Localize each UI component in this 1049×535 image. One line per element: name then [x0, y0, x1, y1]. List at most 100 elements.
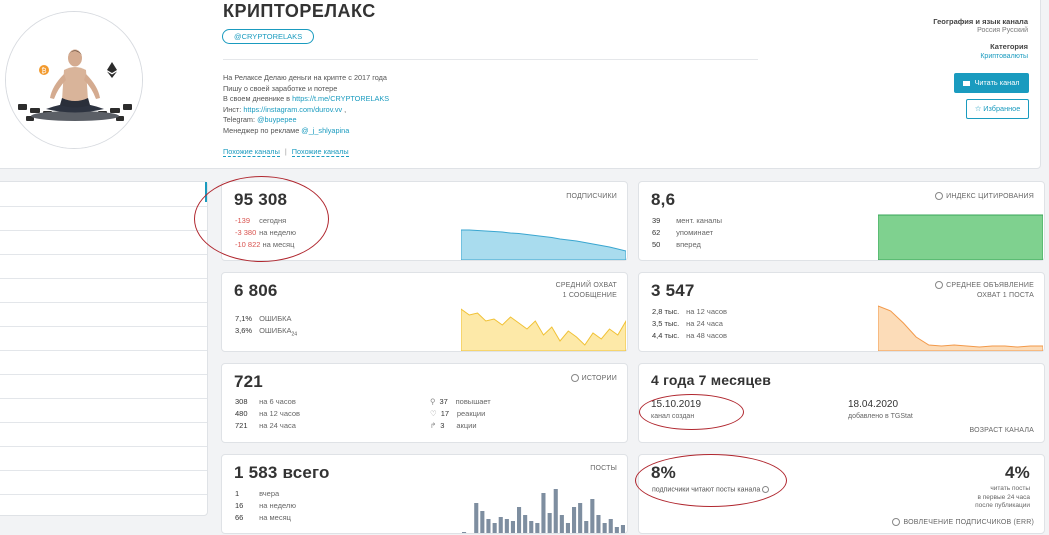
- stories-stats: 308 на 6 часов 480 на 12 часов 721 на 24…: [235, 396, 300, 432]
- posts-label: ПОСТЫ: [590, 465, 617, 472]
- instagram-link[interactable]: https://instagram.com/durov.vv: [243, 105, 342, 114]
- favorite-label: Избранное: [983, 104, 1021, 113]
- reach-area: [461, 308, 626, 351]
- posts-bar: [486, 519, 491, 533]
- sidebar-row[interactable]: [0, 350, 207, 351]
- desc-line-manager: Менеджер по рекламе @_j_shlyapina: [223, 126, 389, 137]
- posts-bar: [541, 493, 546, 533]
- posts-bar: [608, 519, 613, 533]
- stat-row: 2,8 тыс. на 12 часов: [652, 307, 727, 316]
- stories-label: ИСТОРИИ: [570, 374, 617, 384]
- ad-reach-label: СРЕДНЕЕ ОБЪЯВЛЕНИЕ ОХВАТ 1 ПОСТА: [935, 281, 1034, 301]
- posts-bar: [590, 499, 595, 533]
- ad-reach-value: 3 547: [651, 281, 695, 300]
- sidebar-row[interactable]: [0, 254, 207, 255]
- stories-value: 721: [234, 372, 263, 391]
- stories-card[interactable]: 721 ИСТОРИИ 308 на 6 часов 480 на 12 час…: [221, 363, 628, 443]
- sidebar-row[interactable]: [0, 398, 207, 399]
- telegram-link[interactable]: @buypepee: [257, 115, 296, 124]
- posts-bar: [620, 525, 625, 533]
- posts-bar: [553, 489, 558, 533]
- posts-card[interactable]: 1 583 всего ПОСТЫ 1 вчера 16 на неделю 6…: [221, 454, 628, 534]
- posts-bar: [498, 517, 503, 533]
- err-right-sub: читать посты в первые 24 часа после публик…: [975, 485, 1030, 509]
- svg-text:₿: ₿: [41, 67, 46, 75]
- posts-bar: [474, 503, 479, 533]
- share-icon: ↱: [430, 421, 437, 430]
- sidebar-row[interactable]: [0, 302, 207, 303]
- posts-bar: [572, 507, 577, 533]
- sidebar-row[interactable]: [0, 278, 207, 279]
- stat-row: ↱ 3 акции: [430, 421, 477, 430]
- favorite-button[interactable]: ☆ Избранное: [966, 99, 1029, 119]
- diary-link[interactable]: https://t.me/CRYPTORELAKS: [292, 94, 389, 103]
- sidebar-row[interactable]: [0, 374, 207, 375]
- stat-row: 16 на неделю: [235, 501, 296, 510]
- posts-bar: [565, 523, 570, 533]
- annotation-oval-subscribers: [194, 176, 329, 262]
- annotation-oval-err: [635, 454, 787, 507]
- like-icon: ♡: [430, 409, 437, 418]
- posts-bar: [547, 513, 552, 533]
- posts-bar: [504, 519, 509, 533]
- similar-channels-link[interactable]: Похожие каналы: [223, 147, 280, 157]
- read-channel-button[interactable]: Читать канал: [954, 73, 1029, 93]
- sidebar-row[interactable]: [0, 470, 207, 471]
- ad-reach-card[interactable]: 3 547 СРЕДНЕЕ ОБЪЯВЛЕНИЕ ОХВАТ 1 ПОСТА 2,…: [638, 272, 1045, 352]
- stat-row: 3,6% ОШИБКА24: [235, 326, 298, 338]
- posts-bar: [517, 507, 522, 533]
- subscribers-label: ПОДПИСЧИКИ: [566, 193, 617, 200]
- header-divider: [223, 59, 758, 60]
- sidebar-row[interactable]: [0, 422, 207, 423]
- posts-bar: [462, 532, 467, 533]
- book-icon: [963, 80, 971, 86]
- channel-handle-pill[interactable]: @CRYPTORELAKS: [222, 29, 315, 44]
- citation-card[interactable]: 8,6 ИНДЕКС ЦИТИРОВАНИЯ 39 мент. каналы 6…: [638, 181, 1045, 261]
- stat-row: 4,4 тыс. на 48 часов: [652, 331, 727, 340]
- category-link[interactable]: Криптовалюты: [980, 53, 1028, 60]
- info-icon: [935, 281, 944, 290]
- reach-label: СРЕДНИЙ ОХВАТ 1 СООБЩЕНИЕ: [555, 282, 617, 299]
- posts-bar: [602, 523, 607, 533]
- info-icon: [570, 374, 579, 383]
- reach-card[interactable]: 6 806 СРЕДНИЙ ОХВАТ 1 СООБЩЕНИЕ 7,1% ОШИБ…: [221, 272, 628, 352]
- sidebar-row[interactable]: [0, 230, 207, 231]
- telegram-prefix: Telegram:: [223, 115, 258, 124]
- posts-value: 1 583 всего: [234, 463, 330, 482]
- stat-row: 62 упоминает: [652, 228, 714, 237]
- sidebar: [0, 181, 208, 516]
- sidebar-row[interactable]: [0, 326, 207, 327]
- channel-title: КРИПТОРЕЛАКС: [223, 1, 376, 21]
- ad-reach-chart: [878, 305, 1043, 351]
- star-icon: ☆: [974, 104, 982, 113]
- posts-bar: [559, 515, 564, 533]
- posts-bar: [480, 511, 485, 533]
- desc-line-diary: В своем дневнике в https://t.me/CRYPTORE…: [223, 94, 389, 105]
- stat-row: ♡ 17 реакции: [430, 409, 486, 418]
- annotation-oval-created: [639, 394, 744, 430]
- similar-separator: |: [284, 147, 287, 156]
- sidebar-row[interactable]: [0, 494, 207, 495]
- sidebar-row[interactable]: [0, 446, 207, 447]
- sidebar-row[interactable]: [0, 206, 207, 207]
- stat-row: 480 на 12 часов: [235, 409, 300, 418]
- stat-row: 39 мент. каналы: [652, 216, 723, 225]
- desc-line-telegram: Telegram: @buypepee: [223, 115, 389, 126]
- age-label: ВОЗРАСТ КАНАЛА: [969, 427, 1034, 434]
- subscribers-chart: [461, 229, 626, 260]
- info-icon: [935, 192, 944, 201]
- citation-value: 8,6: [651, 190, 676, 209]
- posts-bar: [584, 521, 589, 533]
- added-date: 18.04.2020: [848, 399, 899, 410]
- ad-reach-stats: 2,8 тыс. на 12 часов 3,5 тыс. на 24 часа…: [652, 306, 727, 342]
- ad-reach-area: [878, 305, 1043, 351]
- stat-row: 7,1% ОШИБКА: [235, 314, 292, 323]
- stat-row: 1 вчера: [235, 489, 280, 498]
- channel-header: ₿ КРИПТОРЕЛАКС @CRYPTORELAKS На Релаксе …: [0, 0, 1041, 169]
- similar-channels-link-2[interactable]: Похожие каналы: [291, 147, 349, 157]
- reach-stats: 7,1% ОШИБКА 3,6% ОШИБКА24: [235, 313, 297, 341]
- citation-chart: [878, 214, 1043, 260]
- diary-prefix: В своем дневнике в: [223, 94, 293, 103]
- manager-link[interactable]: @_j_shlyapina: [301, 126, 349, 135]
- avatar-image: ₿: [6, 12, 142, 148]
